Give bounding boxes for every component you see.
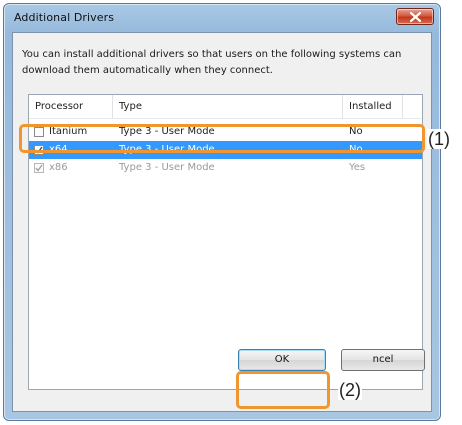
- close-button[interactable]: [396, 8, 434, 25]
- checkmark-icon: [35, 164, 43, 172]
- column-header-installed[interactable]: Installed: [343, 95, 403, 118]
- callout-label-step-2: (2): [338, 380, 362, 400]
- list-header: Processor Type Installed: [29, 95, 422, 119]
- callout-highlight-ok-button: [236, 371, 330, 409]
- list-row-x86: x86 Type 3 - User Mode Yes: [29, 159, 422, 177]
- close-icon: [410, 12, 421, 22]
- title-bar[interactable]: Additional Drivers: [4, 4, 440, 32]
- row-type: Type 3 - User Mode: [119, 162, 215, 173]
- column-header-processor[interactable]: Processor: [29, 95, 113, 118]
- column-header-type[interactable]: Type: [113, 95, 343, 118]
- window-title: Additional Drivers: [14, 11, 115, 24]
- row-checkbox-x86: [34, 163, 44, 173]
- description-text: You can install additional drivers so th…: [22, 49, 402, 76]
- row-installed: Yes: [349, 162, 366, 173]
- row-processor: x86: [49, 162, 68, 173]
- ok-button[interactable]: OK: [238, 349, 326, 371]
- callout-highlight-x64-row: [19, 124, 425, 153]
- cancel-button[interactable]: ncel: [341, 349, 425, 371]
- callout-label-step-1: (1): [427, 129, 451, 149]
